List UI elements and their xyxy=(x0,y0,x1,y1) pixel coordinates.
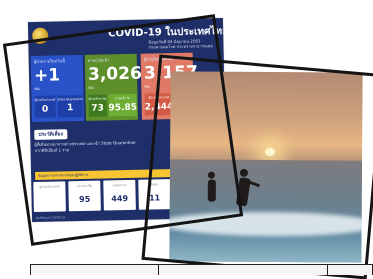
table-header-strip xyxy=(30,264,373,275)
tilted-frame-right xyxy=(141,54,373,279)
table-cell xyxy=(31,265,159,275)
table-cell xyxy=(328,265,372,275)
table-cell xyxy=(159,265,329,275)
